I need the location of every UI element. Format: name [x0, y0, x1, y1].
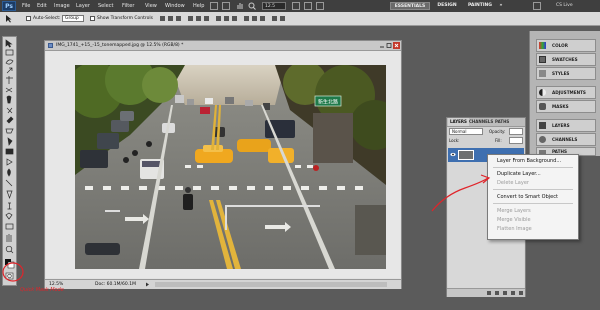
annotation-layer	[2, 174, 491, 282]
annotation-arrow	[431, 177, 489, 212]
quick-mask-annotation-circle	[2, 262, 24, 282]
quick-mask-annotation: Quick Mask Mode	[20, 287, 64, 293]
